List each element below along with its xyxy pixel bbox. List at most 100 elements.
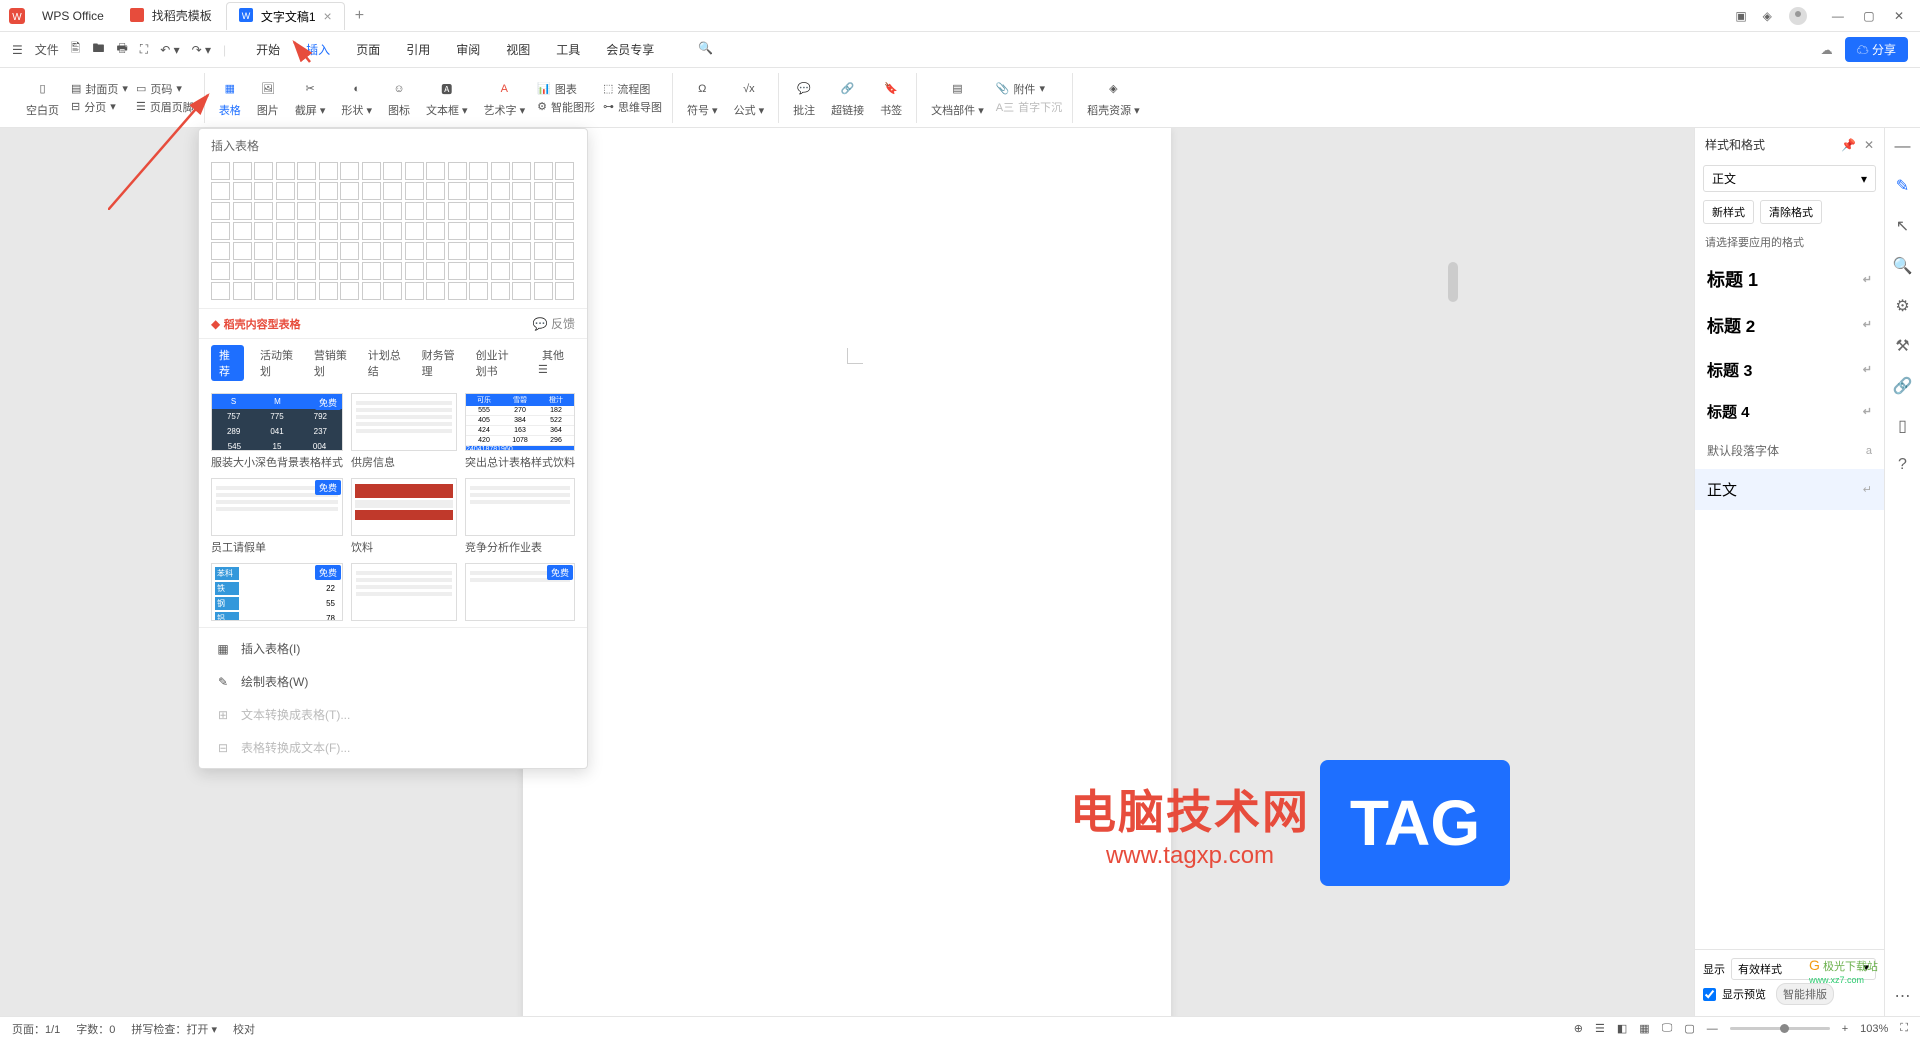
grid-cell[interactable]	[426, 222, 445, 240]
grid-cell[interactable]	[469, 222, 488, 240]
tab-finance[interactable]: 财务管理	[418, 345, 460, 381]
hyperlink-button[interactable]: 🔗超链接	[827, 78, 868, 118]
symbol-button[interactable]: Ω符号 ▾	[683, 78, 722, 118]
template-item[interactable]: 免费	[465, 563, 575, 621]
icons-button[interactable]: ☺图标	[384, 78, 414, 118]
grid-cell[interactable]	[469, 242, 488, 260]
grid-cell[interactable]	[297, 162, 316, 180]
grid-cell[interactable]	[383, 182, 402, 200]
grid-cell[interactable]	[512, 242, 531, 260]
grid-cell[interactable]	[405, 282, 424, 300]
template-item[interactable]: 可乐雪碧橙汁5552701824053845224241633644201078…	[465, 393, 575, 470]
grid-cell[interactable]	[233, 222, 252, 240]
grid-cell[interactable]	[491, 262, 510, 280]
attachment-button[interactable]: 📎 附件 ▾	[996, 81, 1062, 97]
grid-cell[interactable]	[233, 162, 252, 180]
grid-cell[interactable]	[362, 282, 381, 300]
grid-cell[interactable]	[276, 242, 295, 260]
fullscreen-icon[interactable]: ⛶	[1900, 1022, 1908, 1035]
grid-cell[interactable]	[491, 282, 510, 300]
style-default-para[interactable]: 默认段落字体a	[1695, 432, 1884, 469]
grid-cell[interactable]	[469, 262, 488, 280]
grid-cell[interactable]	[491, 182, 510, 200]
grid-cell[interactable]	[534, 242, 553, 260]
grid-cell[interactable]	[233, 262, 252, 280]
grid-cell[interactable]	[491, 222, 510, 240]
zoom-level[interactable]: 103%	[1860, 1023, 1888, 1035]
grid-cell[interactable]	[254, 162, 273, 180]
style-heading2[interactable]: 标题 2↵	[1695, 302, 1884, 347]
table-size-grid[interactable]	[199, 162, 587, 308]
grid-cell[interactable]	[383, 262, 402, 280]
share-button[interactable]: ☁ 分享	[1845, 37, 1908, 62]
grid-cell[interactable]	[211, 282, 230, 300]
grid-cell[interactable]	[276, 282, 295, 300]
open-icon[interactable]: 🖿	[92, 39, 104, 60]
tab-more[interactable]: 其他 ☰	[534, 345, 575, 381]
view-icon-1[interactable]: ⊕	[1574, 1022, 1583, 1035]
tab-plan[interactable]: 计划总结	[364, 345, 406, 381]
grid-cell[interactable]	[340, 222, 359, 240]
grid-cell[interactable]	[448, 162, 467, 180]
grid-cell[interactable]	[254, 182, 273, 200]
draw-table-menu[interactable]: ✎绘制表格(W)	[199, 665, 587, 698]
grid-cell[interactable]	[276, 162, 295, 180]
grid-cell[interactable]	[383, 282, 402, 300]
grid-cell[interactable]	[297, 262, 316, 280]
grid-cell[interactable]	[426, 262, 445, 280]
style-body[interactable]: 正文↵	[1695, 469, 1884, 510]
bookmark-button[interactable]: 🔖书签	[876, 78, 906, 118]
word-count[interactable]: 字数：0	[76, 1021, 115, 1037]
smart-layout-button[interactable]: 智能排版	[1776, 983, 1834, 1005]
template-tab[interactable]: 找稻壳模板	[118, 2, 224, 30]
grid-cell[interactable]	[405, 222, 424, 240]
chart-button[interactable]: 📊 图表	[537, 81, 595, 97]
grid-cell[interactable]	[276, 182, 295, 200]
grid-cell[interactable]	[555, 242, 574, 260]
grid-cell[interactable]	[362, 162, 381, 180]
grid-cell[interactable]	[448, 222, 467, 240]
tab-tools[interactable]: 工具	[554, 39, 582, 60]
grid-cell[interactable]	[383, 222, 402, 240]
insert-table-menu[interactable]: ▦插入表格(I)	[199, 632, 587, 665]
grid-cell[interactable]	[340, 202, 359, 220]
file-menu[interactable]: 文件	[35, 41, 59, 58]
grid-cell[interactable]	[319, 242, 338, 260]
minimize-button[interactable]: —	[1824, 9, 1852, 23]
shapes-button[interactable]: ◐形状 ▾	[337, 78, 376, 118]
grid-cell[interactable]	[319, 262, 338, 280]
headerfooter-button[interactable]: ☰ 页眉页脚	[136, 99, 194, 115]
tab-view[interactable]: 视图	[504, 39, 532, 60]
grid-cell[interactable]	[297, 182, 316, 200]
tab-page[interactable]: 页面	[354, 39, 382, 60]
grid-cell[interactable]	[362, 222, 381, 240]
user-avatar-icon[interactable]	[1788, 6, 1808, 26]
grid-cell[interactable]	[469, 182, 488, 200]
grid-cell[interactable]	[512, 202, 531, 220]
new-tab-button[interactable]: +	[355, 7, 364, 25]
table-button[interactable]: ▦表格	[215, 78, 245, 118]
tab-start[interactable]: 开始	[254, 39, 282, 60]
grid-cell[interactable]	[211, 202, 230, 220]
grid-cell[interactable]	[448, 262, 467, 280]
grid-cell[interactable]	[254, 222, 273, 240]
grid-cell[interactable]	[555, 182, 574, 200]
docparts-button[interactable]: ▤文档部件 ▾	[927, 78, 988, 118]
view-icon-5[interactable]: 🖵	[1662, 1022, 1673, 1035]
grid-cell[interactable]	[426, 202, 445, 220]
grid-cell[interactable]	[362, 242, 381, 260]
grid-cell[interactable]	[211, 182, 230, 200]
grid-cell[interactable]	[405, 202, 424, 220]
template-item[interactable]: 饮料	[351, 478, 457, 555]
vertical-scrollbar[interactable]	[1448, 262, 1458, 302]
new-icon[interactable]: 🖺	[71, 39, 81, 60]
grid-cell[interactable]	[211, 162, 230, 180]
cover-button[interactable]: ▤ 封面页 ▾	[71, 81, 128, 97]
tab-activity[interactable]: 活动策划	[256, 345, 298, 381]
grid-cell[interactable]	[254, 282, 273, 300]
grid-cell[interactable]	[555, 162, 574, 180]
preview-icon[interactable]: ⛶	[140, 42, 148, 57]
grid-cell[interactable]	[211, 222, 230, 240]
grid-cell[interactable]	[211, 262, 230, 280]
grid-cell[interactable]	[297, 242, 316, 260]
